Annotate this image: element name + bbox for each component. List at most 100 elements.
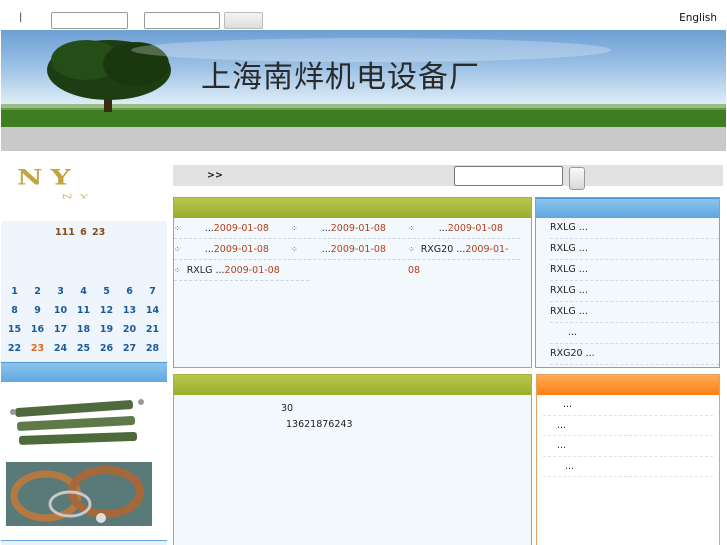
news-panel: ⁘ ...2009-01-08 ⁘ ...2009-01-08 ⁘ ...2009-01-… [173, 197, 532, 368]
news-item[interactable]: ⁘ ...2009-01-08 [408, 218, 503, 239]
news-date: 2009-01-08 [447, 223, 503, 234]
calendar-header: 111 6 23 [55, 227, 106, 238]
calendar-day[interactable]: 23 [26, 342, 49, 355]
link-item[interactable]: ... [543, 395, 713, 416]
calendar-day[interactable]: 14 [141, 304, 164, 317]
calendar-day[interactable]: 1 [3, 285, 26, 298]
contact-panel: 30 13621876243 [173, 374, 532, 545]
logo-area: NY NY [1, 151, 167, 221]
news-date: 2009-01-08 [224, 265, 280, 276]
product-item[interactable]: RXLG ... [550, 218, 719, 239]
product-item[interactable]: RXLG ... [550, 260, 719, 281]
calendar-empty-day [72, 266, 95, 279]
news-item[interactable]: ⁘ ...2009-01-08 [174, 218, 269, 239]
calendar-day[interactable]: 19 [95, 323, 118, 336]
contact-line-1: 30 [281, 403, 294, 414]
calendar-day[interactable]: 13 [118, 304, 141, 317]
calendar-empty-day [95, 266, 118, 279]
news-title[interactable]: ... [322, 223, 331, 234]
calendar-empty-day [3, 266, 26, 279]
calendar-day[interactable]: 15 [3, 323, 26, 336]
calendar-day[interactable]: 3 [49, 285, 72, 298]
logo-letters: NY [17, 165, 79, 190]
calendar-day[interactable]: 22 [3, 342, 26, 355]
news-item[interactable]: ⁘ RXLG ...2009-01-08 [174, 260, 280, 281]
search-input[interactable] [454, 166, 563, 186]
calendar-day[interactable]: 28 [141, 342, 164, 355]
calendar-day[interactable]: 12 [95, 304, 118, 317]
nav-band [1, 127, 726, 151]
calendar-empty-day [118, 266, 141, 279]
news-list: ⁘ ...2009-01-08 ⁘ ...2009-01-08 ⁘ ...2009-01-… [174, 218, 531, 281]
username-input[interactable] [51, 12, 128, 29]
links-list: ............ [537, 395, 719, 477]
calendar-day[interactable]: 8 [3, 304, 26, 317]
news-date: 2009-01-08 [330, 244, 386, 255]
calendar-day[interactable]: 5 [95, 285, 118, 298]
calendar-day[interactable]: 2 [26, 285, 49, 298]
calendar-day[interactable]: 4 [72, 285, 95, 298]
links-panel: ............ [536, 374, 720, 545]
product-list: RXLG ... RXLG ... RXLG ... RXLG ... RXLG ...… [536, 218, 719, 365]
news-item[interactable]: ⁘ ...2009-01-08 [174, 239, 269, 260]
coil-resistor-image[interactable] [6, 462, 152, 526]
news-title[interactable]: RXLG ... [187, 265, 225, 276]
news-title[interactable]: ... [439, 223, 448, 234]
calendar-empty-day [49, 266, 72, 279]
news-title[interactable]: RXG20 ... [421, 244, 466, 255]
news-item[interactable]: ⁘ RXG20 ...2009-01-08 [408, 239, 520, 281]
product-item[interactable]: ... [550, 323, 719, 344]
bullet-icon: ⁘ [291, 245, 298, 254]
calendar-day[interactable]: 20 [118, 323, 141, 336]
bullet-icon: ⁘ [408, 245, 415, 254]
calendar-day[interactable]: 26 [95, 342, 118, 355]
link-item[interactable]: ... [543, 416, 713, 436]
calendar-day[interactable]: 25 [72, 342, 95, 355]
product-panel: RXLG ... RXLG ... RXLG ... RXLG ... RXLG ...… [535, 197, 720, 368]
news-item[interactable]: ⁘ ...2009-01-08 [291, 218, 386, 239]
news-header [174, 198, 531, 218]
logo-sub-letters: NY [61, 193, 95, 201]
calendar-day[interactable]: 17 [49, 323, 72, 336]
calendar-day[interactable]: 27 [118, 342, 141, 355]
english-link[interactable]: English [679, 12, 717, 24]
product-item[interactable]: RXLG ... [550, 239, 719, 260]
breadcrumb-arrows: >> [207, 170, 223, 181]
search-button[interactable] [569, 167, 585, 190]
calendar: 111 6 23 1 2 3 4 5 6 7 8 9 10 11 12 13 14 15 16 17 18 19 20… [1, 221, 167, 373]
calendar-day[interactable]: 18 [72, 323, 95, 336]
banner: 上海南烊机电设备厂 [1, 30, 726, 127]
links-header [537, 375, 719, 395]
calendar-empty-day [26, 266, 49, 279]
left-panel-header [1, 362, 167, 382]
company-title: 上海南烊机电设备厂 [201, 60, 480, 95]
link-item[interactable]: ... [543, 457, 713, 477]
calendar-day[interactable]: 21 [141, 323, 164, 336]
calendar-day[interactable]: 10 [49, 304, 72, 317]
calendar-day[interactable]: 24 [49, 342, 72, 355]
calendar-day[interactable]: 6 [118, 285, 141, 298]
news-row: ⁘ RXLG ...2009-01-08 [174, 260, 309, 281]
resistor-image[interactable] [5, 392, 151, 454]
news-item[interactable]: ⁘ ...2009-01-08 [291, 239, 386, 260]
calendar-day[interactable]: 16 [26, 323, 49, 336]
news-row: ⁘ ...2009-01-08 ⁘ ...2009-01-08 ⁘ RXG20 ...20… [174, 239, 520, 276]
product-item[interactable]: RXG20 ... [550, 344, 719, 365]
news-title[interactable]: ... [205, 244, 214, 255]
link-item[interactable]: ... [543, 436, 713, 457]
contact-header [174, 375, 531, 395]
bullet-icon: ⁘ [291, 224, 298, 233]
login-button[interactable] [224, 12, 263, 29]
calendar-day[interactable]: 9 [26, 304, 49, 317]
password-input[interactable] [144, 12, 220, 29]
bullet-icon: ⁘ [408, 224, 415, 233]
product-item[interactable]: RXLG ... [550, 302, 719, 323]
calendar-day[interactable]: 11 [72, 304, 95, 317]
calendar-day[interactable]: 7 [141, 285, 164, 298]
news-title[interactable]: ... [205, 223, 214, 234]
left-panel-bottom [1, 540, 167, 545]
bullet-icon: ⁘ [174, 224, 181, 233]
product-item[interactable]: RXLG ... [550, 281, 719, 302]
news-title[interactable]: ... [322, 244, 331, 255]
calendar-empty-day [141, 266, 164, 279]
